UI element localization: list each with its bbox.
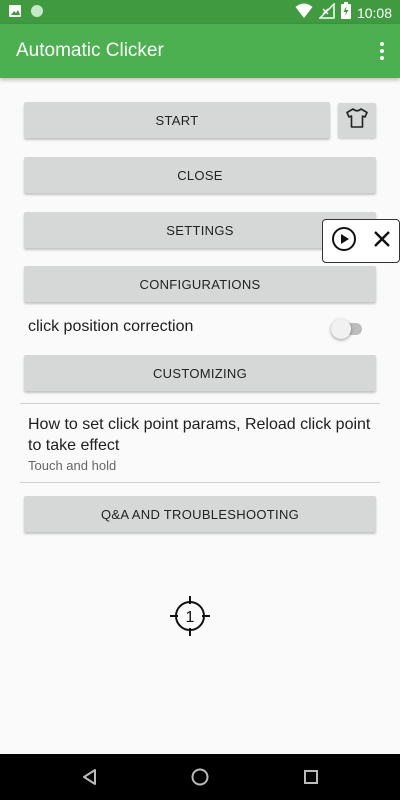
start-button[interactable]: START [24, 102, 330, 138]
app-title: Automatic Clicker [16, 40, 164, 61]
divider [20, 482, 380, 483]
click-position-correction-switch[interactable] [331, 319, 363, 339]
switch-thumb [331, 319, 351, 339]
navigation-bar [0, 754, 400, 800]
more-vert-icon[interactable] [376, 38, 388, 64]
play-circle-icon[interactable] [331, 226, 357, 257]
preference-title: How to set click point params, Reload cl… [28, 416, 371, 454]
floating-control-panel[interactable] [322, 219, 400, 263]
theme-button[interactable] [338, 103, 376, 138]
preference-summary: Touch and hold [28, 458, 117, 473]
customizing-button[interactable]: CUSTOMIZING [24, 355, 376, 391]
home-icon[interactable] [190, 767, 210, 787]
shirt-icon [346, 108, 368, 133]
image-icon [8, 4, 22, 23]
status-bar: 10:08 [0, 0, 400, 24]
no-signal-icon [318, 1, 335, 24]
click-target-crosshair[interactable]: 1 [169, 595, 211, 637]
circle-app-icon [30, 4, 44, 23]
status-time: 10:08 [356, 5, 392, 21]
app-bar: Automatic Clicker [0, 24, 400, 78]
configurations-button[interactable]: CONFIGURATIONS [24, 266, 376, 302]
battery-icon [340, 2, 351, 24]
close-icon[interactable] [372, 229, 392, 254]
wifi-icon [295, 3, 313, 24]
click-position-correction-label: click position correction [28, 318, 194, 335]
qa-troubleshooting-button[interactable]: Q&A AND TROUBLESHOOTING [24, 496, 376, 532]
click-target-number: 1 [186, 609, 195, 626]
divider [20, 403, 380, 404]
recents-icon[interactable] [301, 767, 321, 787]
close-button[interactable]: CLOSE [24, 157, 376, 193]
back-icon[interactable] [80, 767, 100, 787]
